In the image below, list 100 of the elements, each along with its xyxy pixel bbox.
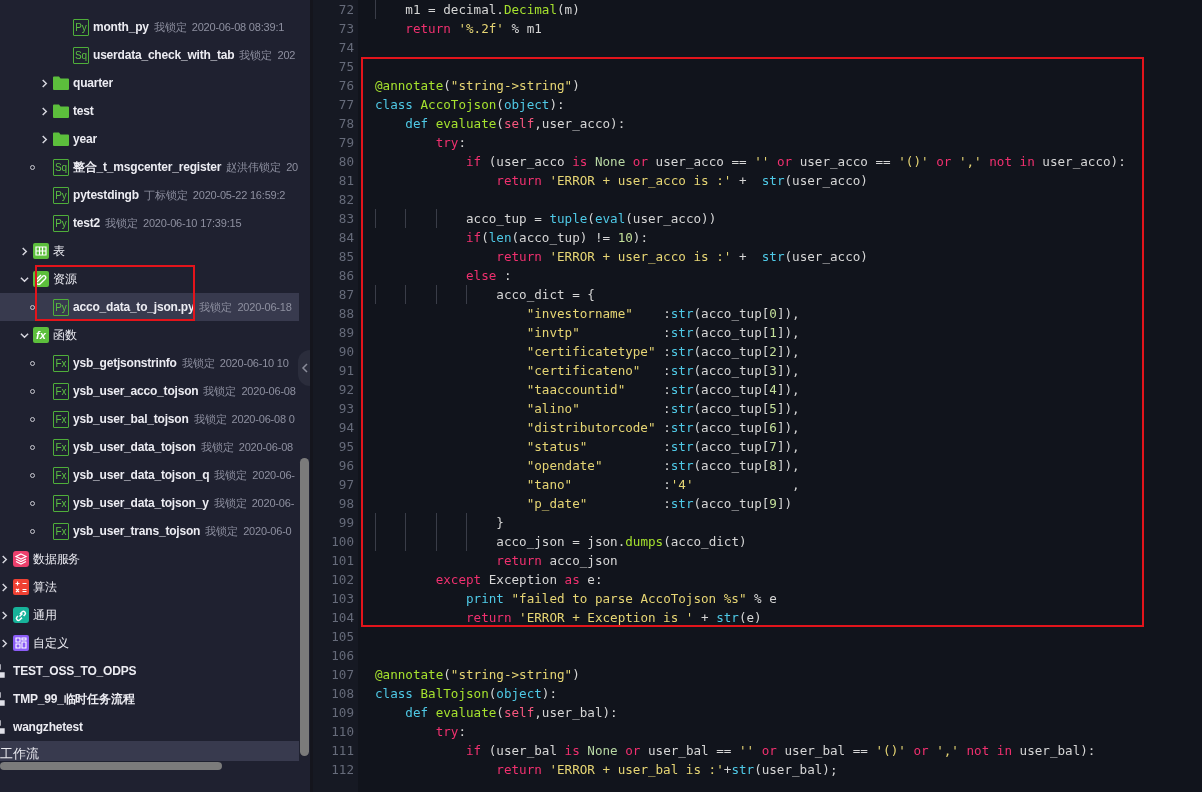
line-number: 84 — [338, 230, 354, 245]
code-line: if (user_acco is None or user_acco == '' or user_acco == '()' or ',' not in user_acco): — [465, 154, 1126, 169]
chevron-right-icon[interactable] — [0, 610, 9, 620]
tree-row[interactable]: Fx ysb_user_data_tojson_q 我锁定 2020-06- — [0, 461, 299, 489]
item-name: TEST_OSS_TO_ODPS — [13, 663, 137, 680]
code-line: class AccoTojson(object): — [375, 97, 565, 112]
tree-row[interactable]: Fx ysb_user_data_tojson 我锁定 2020-06-08 — [0, 433, 299, 461]
item-name: quarter — [73, 75, 113, 92]
code-line: try: — [434, 724, 466, 739]
line-number: 112 — [331, 762, 354, 777]
lock-time: 2020-06- — [252, 467, 295, 483]
item-name: ysb_user_trans_tojson — [73, 523, 201, 540]
code-line: "invtp" :str(acco_tup[1]), — [525, 325, 800, 340]
tree-row[interactable]: Fx ysb_getjsonstrinfo 我锁定 2020-06-10 10 — [0, 349, 299, 377]
line-number: 96 — [338, 458, 354, 473]
line-number: 85 — [338, 249, 354, 264]
chevron-down-icon[interactable] — [19, 330, 29, 340]
line-number: 97 — [338, 477, 354, 492]
tree-row[interactable]: Fx ysb_user_data_tojson_y 我锁定 2020-06- — [0, 489, 299, 517]
line-number: 106 — [331, 648, 354, 663]
file-type-badge: Py — [73, 18, 89, 36]
table-icon — [33, 243, 49, 259]
tree-row[interactable]: Py pytestdingb 丁标锁定 2020-05-22 16:59:2 — [0, 181, 299, 209]
item-name: month_py — [93, 19, 149, 36]
lock-owner: 我锁定 — [203, 383, 237, 399]
file-type-badge: Fx — [53, 438, 69, 456]
item-name: wangzhetest — [13, 719, 83, 736]
code-line: if (user_bal is None or user_bal == '' or user_bal == '()' or ',' not in user_bal): — [465, 743, 1096, 758]
lock-owner: 我锁定 — [200, 439, 234, 455]
tree-row[interactable]: test — [0, 97, 299, 125]
vertical-scrollbar[interactable] — [300, 458, 309, 756]
code-line: @annotate("string->string") — [375, 78, 580, 93]
tree-row[interactable]: 工作流 — [0, 741, 299, 761]
line-number: 79 — [338, 135, 354, 150]
code-line: return 'ERROR + user_acco is :' + str(user_acco) — [495, 249, 868, 264]
chevron-right-icon[interactable] — [0, 554, 9, 564]
tree-row[interactable]: 表 — [0, 237, 299, 265]
tree-row[interactable]: Sq 整合_t_msgcenter_register 赵洪伟锁定 20 — [0, 153, 299, 181]
code-line: def evaluate(self,user_bal): — [404, 705, 618, 720]
tree-row[interactable]: wangzhetest — [0, 713, 299, 741]
lock-time: 2020-06-08 — [238, 439, 293, 455]
code-line: } — [495, 515, 504, 530]
lock-owner: 我锁定 — [213, 495, 247, 511]
code-line: print "failed to parse AccoTojson %s" % e — [465, 591, 777, 606]
line-number: 110 — [331, 724, 354, 739]
chevron-right-icon[interactable] — [0, 582, 9, 592]
code-line: return '%.2f' % m1 — [404, 21, 542, 36]
code-line: "distributorcode" :str(acco_tup[6]), — [525, 420, 800, 435]
lock-time: 2020-06- — [251, 495, 295, 511]
item-name: 整合_t_msgcenter_register — [73, 159, 222, 176]
item-name: 数据服务 — [33, 551, 81, 568]
line-number: 101 — [331, 553, 354, 568]
line-number: 82 — [338, 192, 354, 207]
tree-row[interactable]: Py test2 我锁定 2020-06-10 17:39:15 — [0, 209, 299, 237]
tree-row[interactable]: Sq userdata_check_with_tab 我锁定 202 — [0, 41, 299, 69]
tree-row[interactable]: 数据服务 — [0, 545, 299, 573]
tree-row[interactable]: Fx ysb_user_trans_tojson 我锁定 2020-06-0 — [0, 517, 299, 545]
item-name: 算法 — [33, 579, 57, 596]
tree-row[interactable]: quarter — [0, 69, 299, 97]
tree-row[interactable]: 通用 — [0, 601, 299, 629]
tree-row[interactable]: 自定义 — [0, 629, 299, 657]
chevron-down-icon[interactable] — [19, 274, 29, 284]
tree-row[interactable]: year — [0, 125, 299, 153]
item-name: ysb_user_data_tojson — [73, 439, 196, 456]
tree-row[interactable]: Py acco_data_to_json.py 我锁定 2020-06-18 — [0, 293, 299, 321]
item-name: 自定义 — [33, 635, 69, 652]
item-name: acco_data_to_json.py — [73, 299, 195, 316]
line-number: 81 — [338, 173, 354, 188]
line-number: 109 — [331, 705, 354, 720]
tree-row[interactable]: fx 函数 — [0, 321, 299, 349]
chevron-right-icon[interactable] — [0, 638, 9, 648]
lock-owner: 我锁定 — [153, 19, 187, 35]
chevron-right-icon[interactable] — [19, 246, 29, 256]
chevron-left-icon[interactable] — [301, 363, 308, 373]
lock-time: 20 — [286, 159, 298, 175]
item-name: 通用 — [33, 607, 57, 624]
line-number: 83 — [338, 211, 354, 226]
code-line: def evaluate(self,user_acco): — [404, 116, 626, 131]
file-type-badge: Fx — [53, 494, 69, 512]
line-number: 104 — [331, 610, 354, 625]
folder-icon — [53, 132, 69, 146]
file-type-badge: Fx — [53, 354, 69, 372]
tree-row[interactable]: Fx ysb_user_acco_tojson 我锁定 2020-06-08 — [0, 377, 299, 405]
chevron-right-icon[interactable] — [39, 106, 49, 116]
tree-row[interactable]: TEST_OSS_TO_ODPS — [0, 657, 299, 685]
horizontal-scrollbar[interactable] — [0, 762, 222, 770]
chevron-right-icon[interactable] — [39, 78, 49, 88]
chevron-right-icon[interactable] — [39, 134, 49, 144]
tree-row[interactable]: 算法 — [0, 573, 299, 601]
tree-row[interactable]: TMP_99_临时任务流程 — [0, 685, 299, 713]
lock-owner: 我锁定 — [199, 299, 233, 315]
tree-row[interactable]: 资源 — [0, 265, 299, 293]
line-number: 111 — [331, 743, 354, 758]
code-line: try: — [434, 135, 466, 150]
tree-row[interactable]: Py month_py 我锁定 2020-06-08 08:39:1 — [0, 13, 299, 41]
line-number: 98 — [338, 496, 354, 511]
line-number: 107 — [331, 667, 354, 682]
tree-row[interactable]: Fx ysb_user_bal_tojson 我锁定 2020-06-08 0 — [0, 405, 299, 433]
line-number: 89 — [338, 325, 354, 340]
item-name: pytestdingb — [73, 187, 139, 204]
